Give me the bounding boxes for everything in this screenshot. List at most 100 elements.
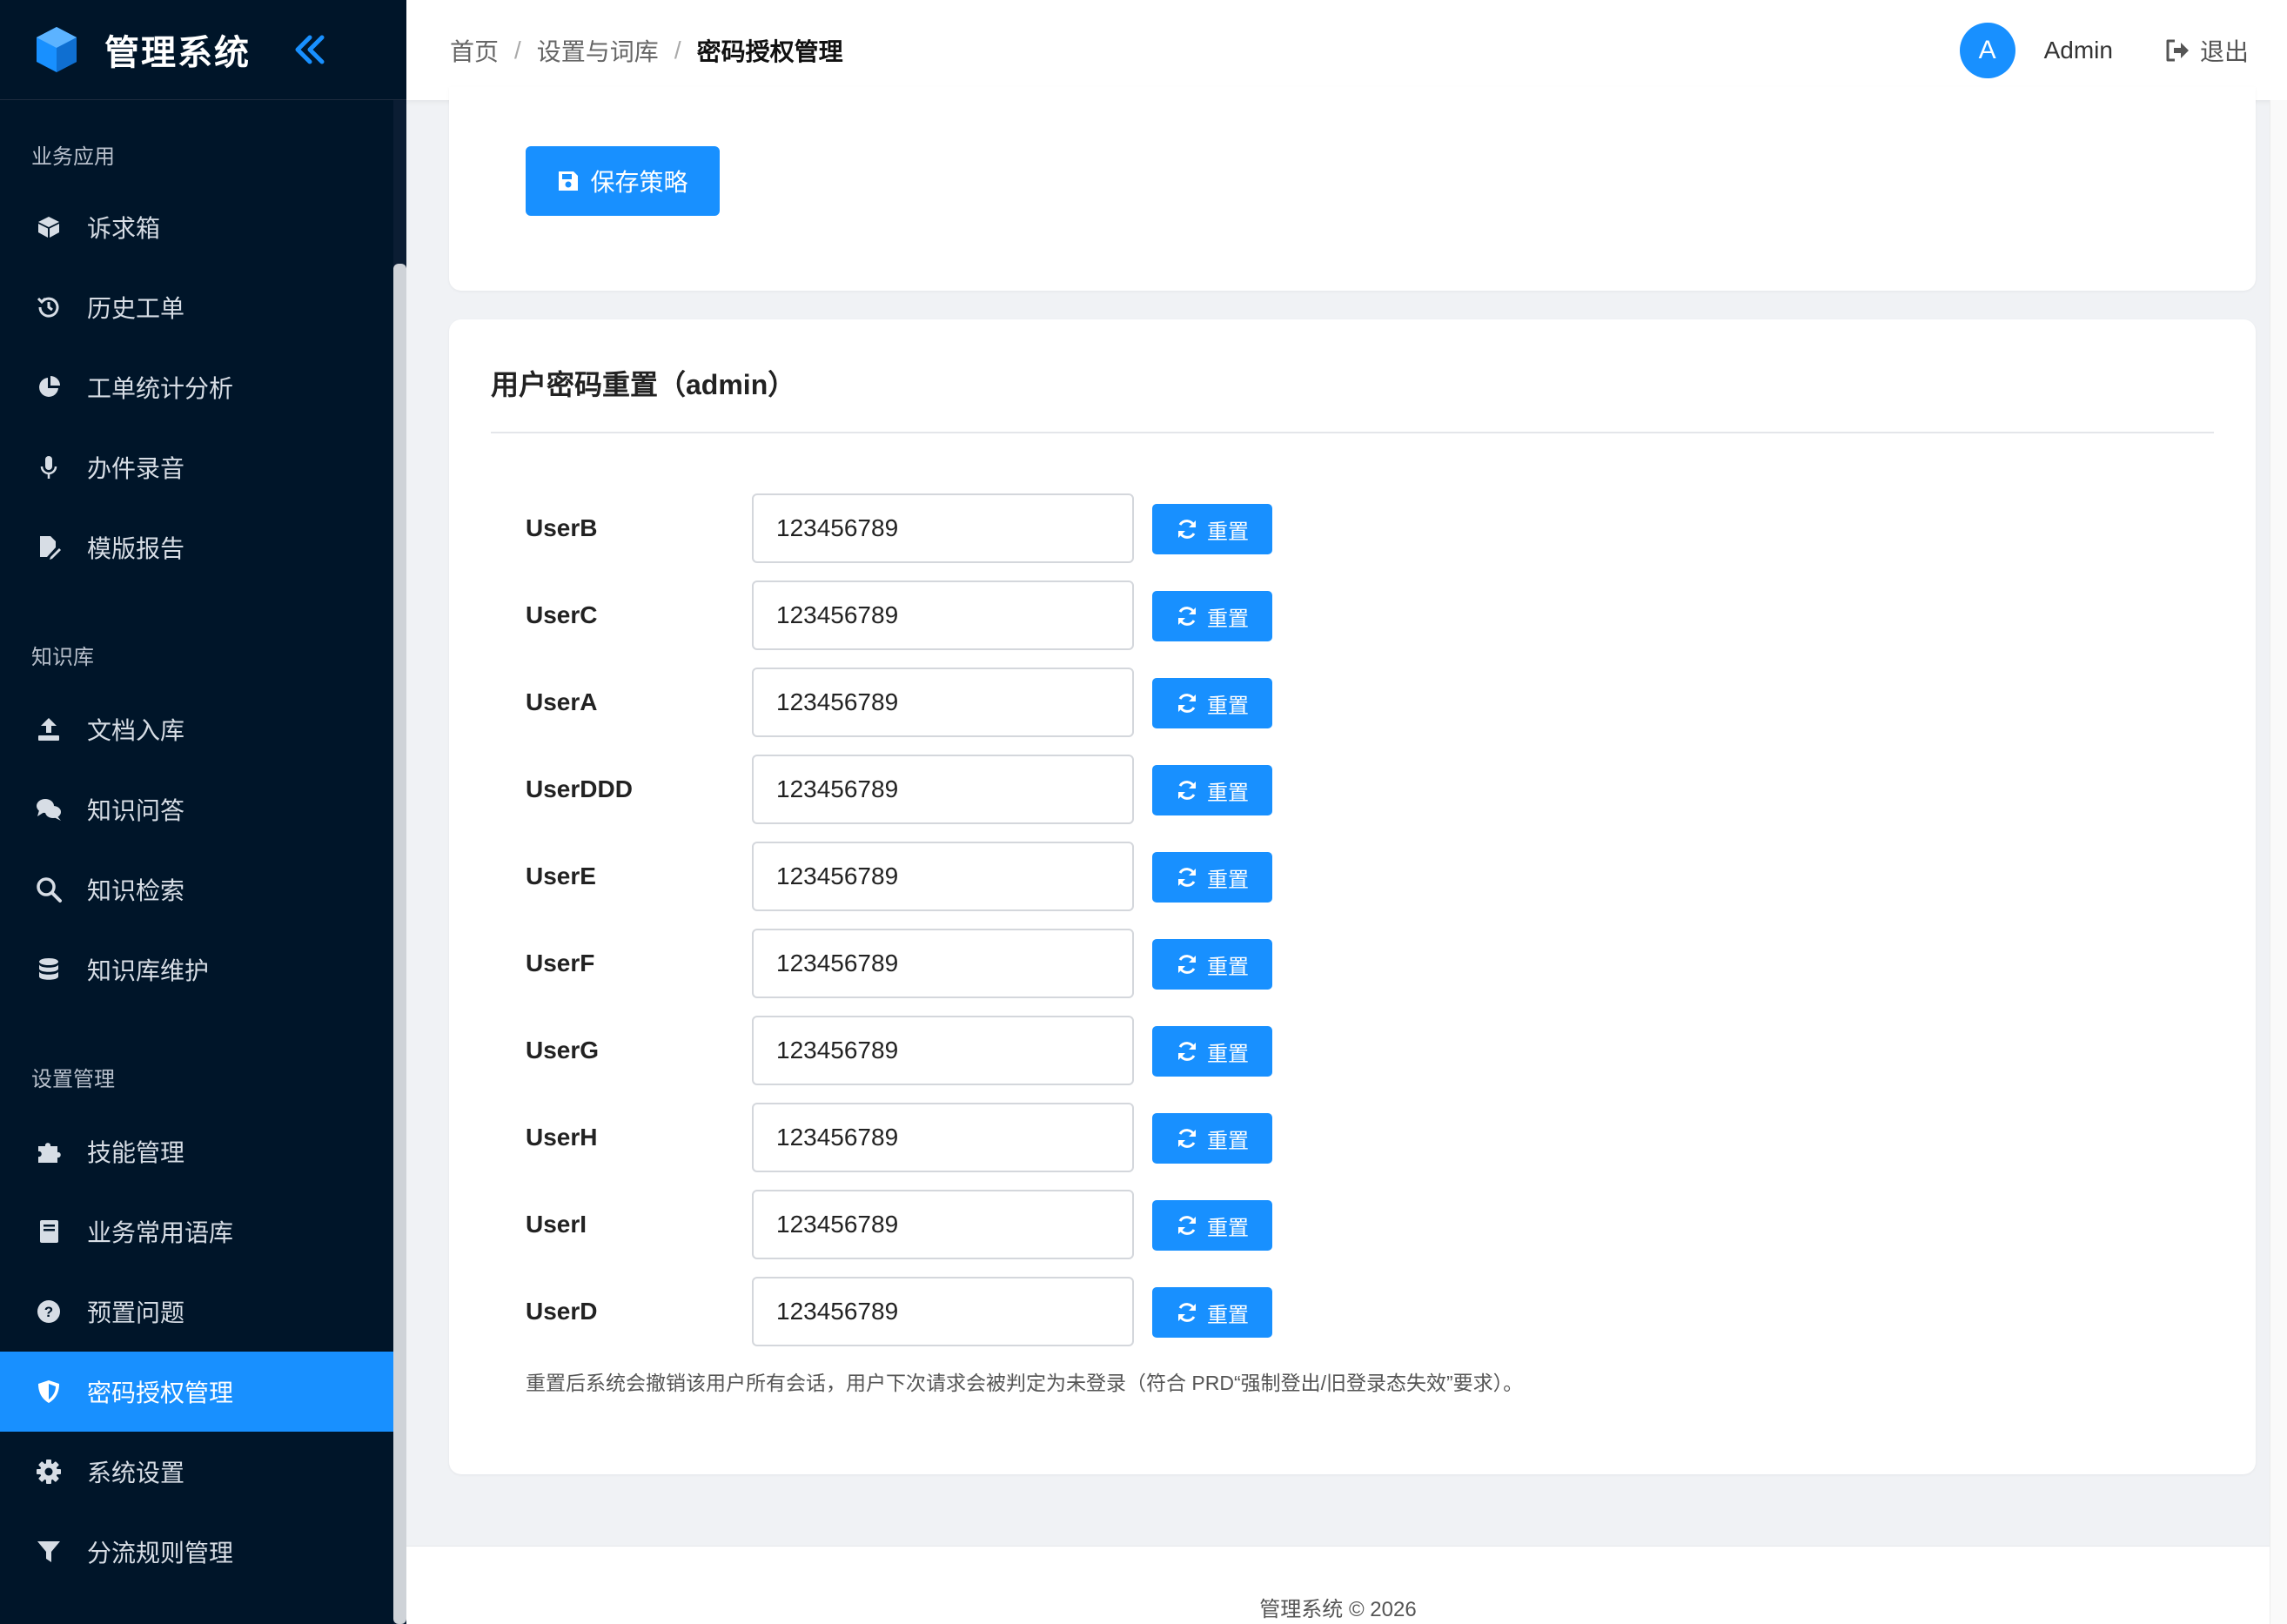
top-header: 首页 / 设置与词库 / 密码授权管理 A Admin 退出 xyxy=(406,0,2287,100)
sidebar-item-label: 密码授权管理 xyxy=(87,1379,234,1406)
divider xyxy=(491,432,2214,433)
user-row: UserDDD 重置 xyxy=(449,755,2256,824)
sidebar-item-label: 文档入库 xyxy=(87,717,185,744)
sidebar-item-qa[interactable]: 知识问答 xyxy=(0,769,393,849)
avatar[interactable]: A xyxy=(1959,22,2015,78)
user-name: UserG xyxy=(526,1037,600,1064)
sidebar-item-label: 知识问答 xyxy=(87,797,185,824)
sidebar-item-phrases[interactable]: 业务常用语库 xyxy=(0,1191,393,1272)
breadcrumb-separator: / xyxy=(514,36,521,64)
password-input[interactable] xyxy=(752,929,1134,998)
app-name: 管理系统 xyxy=(104,34,251,72)
breadcrumb: 首页 / 设置与词库 / 密码授权管理 xyxy=(450,33,843,68)
sidebar-item-label: 诉求箱 xyxy=(87,215,161,242)
password-reset-card: 用户密码重置（admin） UserB 重置 UserC 重置 UserA 重置… xyxy=(449,319,2256,1474)
password-input[interactable] xyxy=(752,1190,1134,1259)
password-input[interactable] xyxy=(752,1016,1134,1085)
user-name: UserDDD xyxy=(526,775,633,802)
sidebar-item-search[interactable]: 知识检索 xyxy=(0,849,393,929)
sidebar-item-preset-questions[interactable]: ? 预置问题 xyxy=(0,1272,393,1352)
pie-chart-icon xyxy=(33,372,64,403)
history-icon xyxy=(33,292,64,323)
breadcrumb-home[interactable]: 首页 xyxy=(450,33,499,68)
reset-button[interactable]: 重置 xyxy=(1152,504,1272,554)
user-row: UserI 重置 xyxy=(449,1190,2256,1259)
reset-label: 重置 xyxy=(1207,694,1249,718)
reset-button[interactable]: 重置 xyxy=(1152,1200,1272,1251)
logout-label: 退出 xyxy=(2199,37,2249,65)
reset-button[interactable]: 重置 xyxy=(1152,939,1272,990)
sidebar-item-system-settings[interactable]: 系统设置 xyxy=(0,1432,393,1512)
sidebar-item-stats[interactable]: 工单统计分析 xyxy=(0,347,393,427)
reset-button[interactable]: 重置 xyxy=(1152,1026,1272,1077)
reset-label: 重置 xyxy=(1207,781,1249,805)
user-name: UserA xyxy=(526,688,598,715)
sidebar-item-password-auth[interactable]: 密码授权管理 xyxy=(0,1352,393,1432)
reset-label: 重置 xyxy=(1207,520,1249,544)
sidebar-item-label: 技能管理 xyxy=(87,1139,185,1166)
username: Admin xyxy=(2043,36,2113,64)
sidebar-item-routing-rules[interactable]: 分流规则管理 xyxy=(0,1512,393,1592)
reset-button[interactable]: 重置 xyxy=(1152,591,1272,641)
logout-button[interactable]: 退出 xyxy=(2163,33,2249,68)
password-input[interactable] xyxy=(752,1103,1134,1172)
logout-icon xyxy=(2166,39,2189,61)
database-icon xyxy=(33,954,64,985)
refresh-icon xyxy=(1178,1129,1196,1148)
user-name: UserE xyxy=(526,862,596,889)
book-icon xyxy=(33,1216,64,1247)
reset-button[interactable]: 重置 xyxy=(1152,678,1272,728)
sidebar-item-label: 知识库维护 xyxy=(87,957,210,984)
sidebar-item-skills[interactable]: 技能管理 xyxy=(0,1111,393,1191)
password-input[interactable] xyxy=(752,755,1134,824)
breadcrumb-settings[interactable]: 设置与词库 xyxy=(537,33,659,68)
password-input[interactable] xyxy=(752,1277,1134,1346)
sidebar-item-label: 知识检索 xyxy=(87,877,185,904)
group-title-settings: 设置管理 xyxy=(31,1068,115,1091)
group-title-business: 业务应用 xyxy=(31,145,115,169)
sidebar-item-label: 分流规则管理 xyxy=(87,1540,234,1567)
chat-bubbles-icon xyxy=(33,794,64,825)
save-policy-button[interactable]: 保存策略 xyxy=(526,146,720,216)
sidebar-item-inbox[interactable]: 诉求箱 xyxy=(0,187,393,267)
reset-button[interactable]: 重置 xyxy=(1152,1113,1272,1164)
user-row: UserC 重置 xyxy=(449,580,2256,650)
password-input[interactable] xyxy=(752,493,1134,563)
user-name: UserH xyxy=(526,1124,598,1151)
reset-label: 重置 xyxy=(1207,607,1249,631)
user-row: UserD 重置 xyxy=(449,1277,2256,1346)
reset-label: 重置 xyxy=(1207,868,1249,892)
footer: 管理系统 © 2026 xyxy=(406,1546,2270,1624)
sidebar: 管理系统 业务应用 诉求箱 历史工单 工单统计分析 办件录音 模版报告 知识库 … xyxy=(0,0,406,1624)
breadcrumb-separator: / xyxy=(674,36,681,64)
sidebar-item-kb-maintain[interactable]: 知识库维护 xyxy=(0,929,393,1010)
collapse-sidebar-icon[interactable] xyxy=(289,29,331,70)
sidebar-item-report[interactable]: 模版报告 xyxy=(0,507,393,587)
sidebar-item-label: 历史工单 xyxy=(87,295,185,322)
card-title: 用户密码重置（admin） xyxy=(491,369,796,400)
password-input[interactable] xyxy=(752,580,1134,650)
sidebar-item-label: 系统设置 xyxy=(87,1460,185,1486)
reset-label: 重置 xyxy=(1207,1216,1249,1240)
reset-button[interactable]: 重置 xyxy=(1152,765,1272,815)
sidebar-item-recording[interactable]: 办件录音 xyxy=(0,427,393,507)
sidebar-item-history[interactable]: 历史工单 xyxy=(0,267,393,347)
microphone-icon xyxy=(33,452,64,483)
refresh-icon xyxy=(1178,1042,1196,1061)
breadcrumb-current: 密码授权管理 xyxy=(696,37,843,65)
reset-button[interactable]: 重置 xyxy=(1152,852,1272,903)
main-scrollbar[interactable] xyxy=(2270,100,2287,1624)
puzzle-icon xyxy=(33,1136,64,1167)
brand: 管理系统 xyxy=(0,0,406,100)
sidebar-item-label: 模版报告 xyxy=(87,535,185,562)
password-input[interactable] xyxy=(752,668,1134,737)
sidebar-item-doc-import[interactable]: 文档入库 xyxy=(0,689,393,769)
refresh-icon xyxy=(1178,868,1196,887)
user-name: UserC xyxy=(526,601,598,628)
reset-button[interactable]: 重置 xyxy=(1152,1287,1272,1338)
file-edit-icon xyxy=(33,532,64,563)
refresh-icon xyxy=(1178,1216,1196,1235)
sidebar-scrollbar[interactable] xyxy=(393,264,406,1624)
svg-text:?: ? xyxy=(44,1304,53,1320)
password-input[interactable] xyxy=(752,842,1134,911)
